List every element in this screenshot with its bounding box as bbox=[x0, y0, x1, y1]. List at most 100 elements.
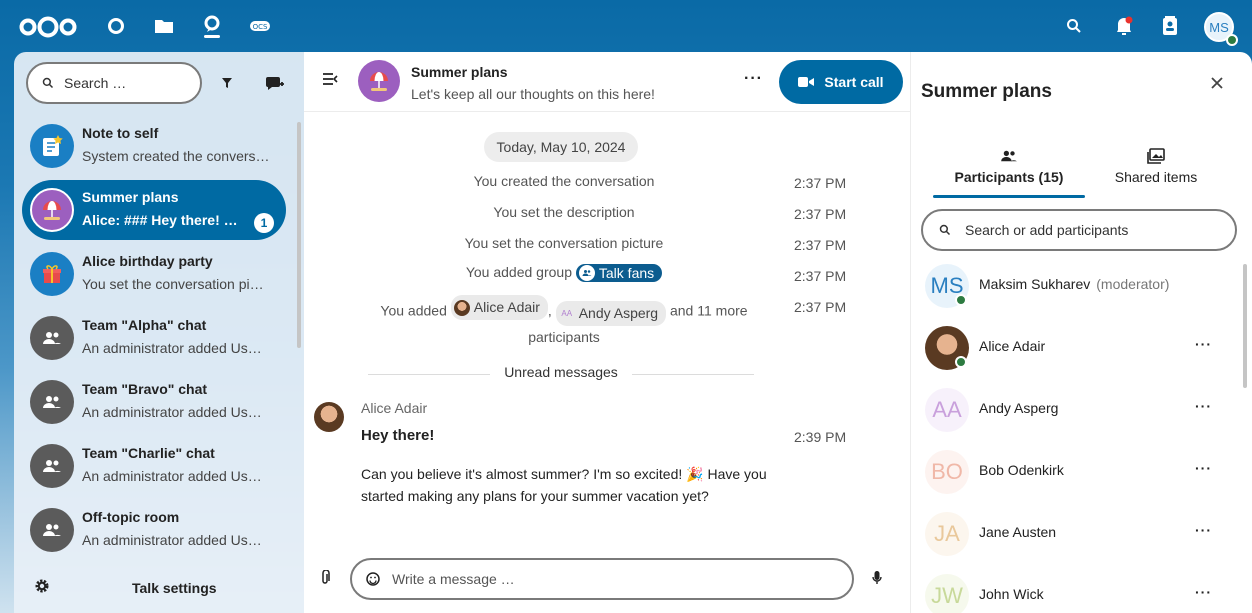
user-mention-chip-alice[interactable]: Alice Adair bbox=[450, 295, 548, 320]
participant-item[interactable]: AA Andy Asperg ··· bbox=[911, 380, 1241, 436]
conversation-name: Alice birthday party bbox=[82, 253, 213, 269]
participant-name-row: Maksim Sukharev (moderator) bbox=[979, 276, 1169, 292]
room-avatar[interactable] bbox=[358, 60, 400, 102]
room-title[interactable]: Summer plans bbox=[411, 64, 507, 80]
conversation-off-topic-room[interactable]: Off-topic room An administrator added Us… bbox=[22, 500, 286, 560]
participant-list-scrollbar[interactable] bbox=[1243, 264, 1247, 388]
unread-count-badge: 1 bbox=[254, 213, 274, 233]
group-icon bbox=[43, 460, 61, 472]
conversation-list-scrollbar[interactable] bbox=[297, 122, 301, 348]
attach-button[interactable] bbox=[320, 569, 330, 591]
group-avatar bbox=[30, 508, 74, 552]
dashboard-icon[interactable] bbox=[104, 14, 128, 38]
participants-icon bbox=[1001, 150, 1017, 162]
office-icon[interactable]: OCS bbox=[248, 14, 272, 38]
participant-name: Bob Odenkirk bbox=[979, 462, 1064, 478]
nextcloud-logo[interactable] bbox=[18, 16, 78, 38]
toggle-navigation-button[interactable] bbox=[322, 72, 338, 91]
participant-menu-button[interactable]: ··· bbox=[1195, 460, 1212, 476]
conversation-name: Team "Alpha" chat bbox=[82, 317, 207, 333]
participant-avatar: JW bbox=[925, 574, 969, 613]
tab-participants-label: Participants (15) bbox=[954, 169, 1064, 185]
conversation-team-alpha[interactable]: Team "Alpha" chat An administrator added… bbox=[22, 308, 286, 368]
system-message-group-added: You added group Talk fans bbox=[364, 264, 764, 282]
online-status-dot bbox=[955, 294, 967, 306]
participant-menu-button[interactable]: ··· bbox=[1195, 584, 1212, 600]
conversation-name: Team "Bravo" chat bbox=[82, 381, 208, 397]
message-body: Can you believe it's almost summer? I'm … bbox=[361, 466, 767, 504]
filter-icon bbox=[222, 78, 232, 88]
close-sidebar-button[interactable] bbox=[1211, 72, 1223, 95]
participant-search-input[interactable]: Search or add participants bbox=[921, 209, 1237, 251]
participant-avatar: BO bbox=[925, 450, 969, 494]
new-conversation-button[interactable] bbox=[262, 70, 288, 96]
search-icon bbox=[939, 224, 951, 236]
message-author[interactable]: Alice Adair bbox=[361, 400, 427, 416]
participant-item[interactable]: Alice Adair ··· bbox=[911, 318, 1241, 374]
conversation-preview: An administrator added Us… bbox=[82, 532, 262, 548]
group-mention-chip[interactable]: Talk fans bbox=[575, 264, 663, 282]
participant-menu-button[interactable]: ··· bbox=[1195, 398, 1212, 414]
participant-search-placeholder: Search or add participants bbox=[965, 222, 1129, 238]
notepad-icon bbox=[43, 135, 63, 156]
search-placeholder: Search … bbox=[64, 75, 127, 91]
message-input[interactable]: Write a message … bbox=[350, 558, 854, 600]
participant-item[interactable]: JW John Wick ··· bbox=[911, 566, 1241, 613]
start-call-button[interactable]: Start call bbox=[779, 60, 903, 104]
alice-avatar[interactable] bbox=[314, 402, 344, 432]
conversation-name: Summer plans bbox=[82, 189, 179, 205]
system-message: You set the description bbox=[493, 204, 635, 220]
tab-participants[interactable]: Participants (15) bbox=[933, 146, 1085, 196]
mention-separator: , bbox=[547, 302, 552, 319]
conversation-search-input[interactable]: Search … bbox=[26, 62, 202, 104]
talk-icon[interactable] bbox=[200, 14, 224, 38]
app-shell: Search … Note to self System created the… bbox=[14, 52, 1252, 613]
files-icon[interactable] bbox=[152, 14, 176, 38]
group-mention-label: Talk fans bbox=[598, 265, 655, 281]
online-status-dot bbox=[955, 356, 967, 368]
participant-name: John Wick bbox=[979, 586, 1044, 602]
room-description: Let's keep all our thoughts on this here… bbox=[411, 86, 655, 102]
notifications-icon[interactable] bbox=[1112, 14, 1136, 38]
filter-button[interactable] bbox=[214, 70, 240, 96]
user-mention-chip-andy[interactable]: AA Andy Asperg bbox=[555, 300, 667, 326]
emoji-icon[interactable] bbox=[366, 572, 380, 586]
conversation-name: Team "Charlie" chat bbox=[82, 445, 215, 461]
contacts-icon[interactable] bbox=[1158, 14, 1182, 38]
talk-settings-label: Talk settings bbox=[132, 580, 217, 596]
system-message-prefix: You added bbox=[380, 302, 447, 319]
group-icon bbox=[578, 265, 595, 281]
start-call-label: Start call bbox=[824, 74, 884, 90]
alice-avatar-small bbox=[453, 299, 470, 316]
conversation-summer-plans[interactable]: Summer plans Alice: ### Hey there! … 1 bbox=[22, 180, 286, 240]
beach-umbrella-icon bbox=[370, 72, 388, 91]
chat-panel: Summer plans Let's keep all our thoughts… bbox=[304, 52, 910, 613]
system-message-line2: participants bbox=[528, 328, 600, 345]
voice-message-button[interactable] bbox=[872, 570, 882, 591]
date-separator: Today, May 10, 2024 bbox=[484, 132, 638, 162]
participant-menu-button[interactable]: ··· bbox=[1195, 522, 1212, 538]
participant-name: Jane Austen bbox=[979, 524, 1057, 540]
separator-line bbox=[632, 374, 754, 375]
active-tab-indicator bbox=[933, 195, 1085, 198]
shared-items-icon bbox=[1147, 148, 1165, 164]
conversation-note-to-self[interactable]: Note to self System created the convers… bbox=[22, 116, 286, 176]
message-time: 2:39 PM bbox=[794, 429, 847, 445]
participant-item[interactable]: MS Maksim Sukharev (moderator) bbox=[911, 256, 1241, 312]
message-input-placeholder: Write a message … bbox=[392, 571, 515, 587]
participant-avatar: AA bbox=[925, 388, 969, 432]
conversation-team-charlie[interactable]: Team "Charlie" chat An administrator add… bbox=[22, 436, 286, 496]
beach-umbrella-icon bbox=[43, 201, 61, 220]
more-actions-button[interactable]: ··· bbox=[744, 70, 763, 88]
system-message: You set the conversation picture bbox=[464, 235, 664, 251]
conversation-alice-birthday-party[interactable]: Alice birthday party You set the convers… bbox=[22, 244, 286, 304]
conversation-name: Off-topic room bbox=[82, 509, 180, 525]
user-mention-label: Alice Adair bbox=[473, 299, 540, 315]
search-icon[interactable] bbox=[1062, 14, 1086, 38]
participant-item[interactable]: JA Jane Austen ··· bbox=[911, 504, 1241, 560]
talk-settings-button[interactable]: Talk settings bbox=[14, 566, 304, 610]
participant-menu-button[interactable]: ··· bbox=[1195, 336, 1212, 352]
participant-item[interactable]: BO Bob Odenkirk ··· bbox=[911, 442, 1241, 498]
tab-shared-items[interactable]: Shared items bbox=[1101, 146, 1211, 196]
conversation-team-bravo[interactable]: Team "Bravo" chat An administrator added… bbox=[22, 372, 286, 432]
